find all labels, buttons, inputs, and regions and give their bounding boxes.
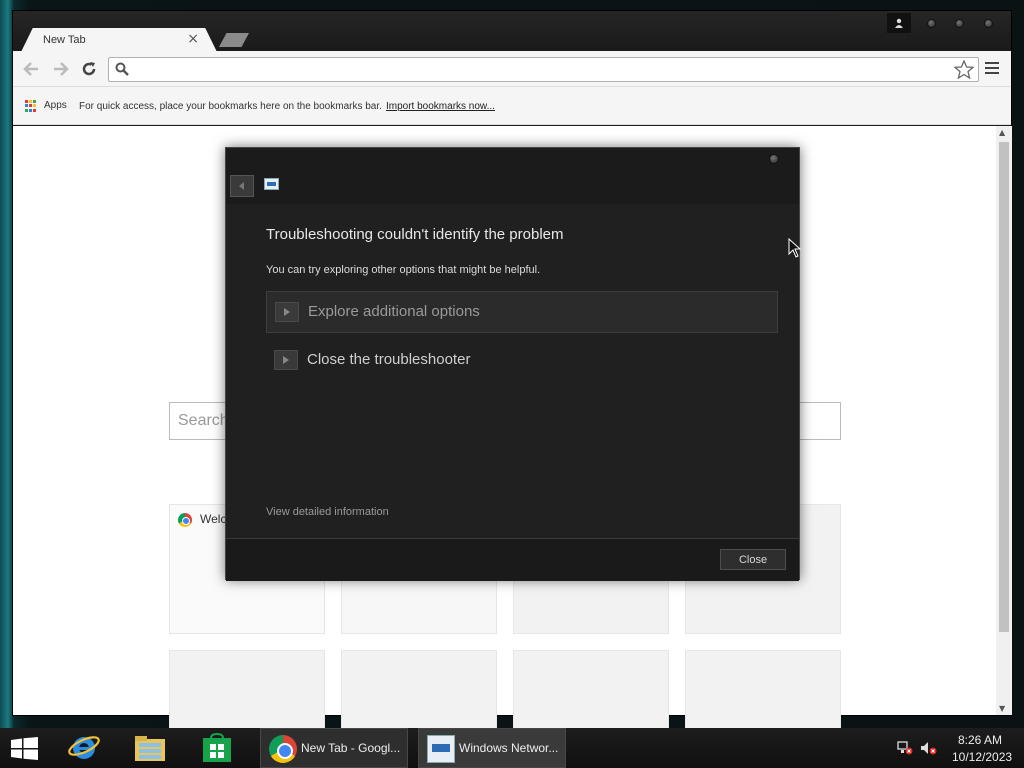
back-arrow-icon bbox=[239, 182, 244, 190]
taskbar-task-network-diagnostics[interactable]: Windows Networ... bbox=[418, 728, 566, 768]
explore-options-button[interactable]: Explore additional options bbox=[266, 291, 778, 333]
reload-icon bbox=[82, 62, 96, 76]
search-icon bbox=[115, 62, 129, 76]
chrome-icon bbox=[269, 735, 297, 763]
taskbar-task-chrome[interactable]: New Tab - Googl... bbox=[260, 728, 408, 768]
chrome-favicon-icon bbox=[178, 513, 192, 527]
minimize-icon bbox=[926, 18, 936, 28]
page-scrollbar[interactable]: ▲ ▼ bbox=[996, 126, 1012, 715]
scroll-up-icon[interactable]: ▲ bbox=[999, 128, 1005, 137]
address-input[interactable] bbox=[135, 60, 955, 79]
tab-new-tab[interactable]: New Tab × bbox=[21, 28, 217, 52]
forward-button[interactable] bbox=[49, 57, 73, 81]
internet-explorer-icon[interactable] bbox=[58, 730, 110, 766]
option-label: Explore additional options bbox=[308, 303, 480, 320]
minimize-button[interactable] bbox=[919, 13, 943, 33]
browser-toolbar bbox=[13, 51, 1011, 87]
forward-arrow-icon bbox=[54, 62, 69, 76]
network-status-icon[interactable] bbox=[897, 741, 913, 755]
import-bookmarks-link[interactable]: Import bookmarks now... bbox=[386, 101, 495, 112]
omnibox[interactable] bbox=[108, 57, 979, 82]
person-icon bbox=[895, 18, 903, 28]
taskbar: New Tab - Googl... Windows Networ... 8:2… bbox=[0, 728, 1024, 768]
back-arrow-icon bbox=[23, 62, 38, 76]
maximize-button[interactable] bbox=[947, 13, 971, 33]
dialog-back-button[interactable] bbox=[230, 175, 254, 197]
maximize-icon bbox=[954, 18, 964, 28]
network-diagnostics-icon bbox=[264, 178, 279, 190]
arrow-right-icon bbox=[274, 350, 298, 370]
windows-start-icon[interactable] bbox=[11, 737, 38, 760]
apps-shortcut[interactable]: Apps bbox=[44, 100, 67, 111]
apps-icon[interactable] bbox=[25, 100, 37, 112]
arrow-right-icon bbox=[275, 302, 299, 322]
tab-close-icon[interactable]: × bbox=[187, 31, 199, 47]
bookmarks-hint: For quick access, place your bookmarks h… bbox=[79, 101, 382, 112]
troubleshooter-dialog: Troubleshooting couldn't identify the pr… bbox=[225, 147, 800, 581]
task-label: New Tab - Googl... bbox=[301, 741, 401, 755]
dialog-title: Troubleshooting couldn't identify the pr… bbox=[266, 226, 564, 243]
close-troubleshooter-button[interactable]: Close the troubleshooter bbox=[266, 340, 778, 382]
clock-time[interactable]: 8:26 AM bbox=[958, 733, 1002, 747]
option-label: Close the troubleshooter bbox=[307, 351, 471, 368]
bookmarks-bar: Apps For quick access, place your bookma… bbox=[13, 87, 1011, 125]
title-bar[interactable]: New Tab × bbox=[13, 11, 1011, 52]
tile-title: Welc bbox=[200, 512, 227, 526]
dialog-close-icon[interactable] bbox=[769, 154, 779, 164]
mouse-cursor-icon bbox=[788, 238, 802, 258]
close-icon bbox=[983, 18, 993, 28]
new-tab-button[interactable] bbox=[219, 33, 249, 47]
close-window-button[interactable] bbox=[976, 13, 1000, 33]
bookmark-star-icon[interactable] bbox=[954, 60, 974, 79]
dialog-footer: Close bbox=[226, 538, 799, 581]
scroll-thumb[interactable] bbox=[999, 142, 1009, 632]
file-explorer-icon[interactable] bbox=[124, 730, 176, 766]
clock-date[interactable]: 10/12/2023 bbox=[952, 750, 1012, 764]
windows-store-icon[interactable] bbox=[191, 730, 243, 766]
view-details-link[interactable]: View detailed information bbox=[266, 506, 389, 518]
dialog-header bbox=[226, 148, 799, 204]
scroll-down-icon[interactable]: ▼ bbox=[999, 704, 1005, 713]
close-button[interactable]: Close bbox=[720, 549, 786, 570]
network-diagnostics-icon bbox=[427, 735, 455, 763]
chrome-menu-button[interactable] bbox=[985, 62, 999, 76]
profile-button[interactable] bbox=[887, 13, 911, 33]
tab-title: New Tab bbox=[43, 34, 86, 46]
volume-muted-icon[interactable] bbox=[920, 741, 938, 755]
ntp-search-placeholder: Search bbox=[178, 412, 229, 429]
reload-button[interactable] bbox=[77, 57, 101, 81]
task-label: Windows Networ... bbox=[459, 741, 559, 755]
dialog-subtitle: You can try exploring other options that… bbox=[266, 264, 541, 276]
back-button[interactable] bbox=[19, 57, 43, 81]
